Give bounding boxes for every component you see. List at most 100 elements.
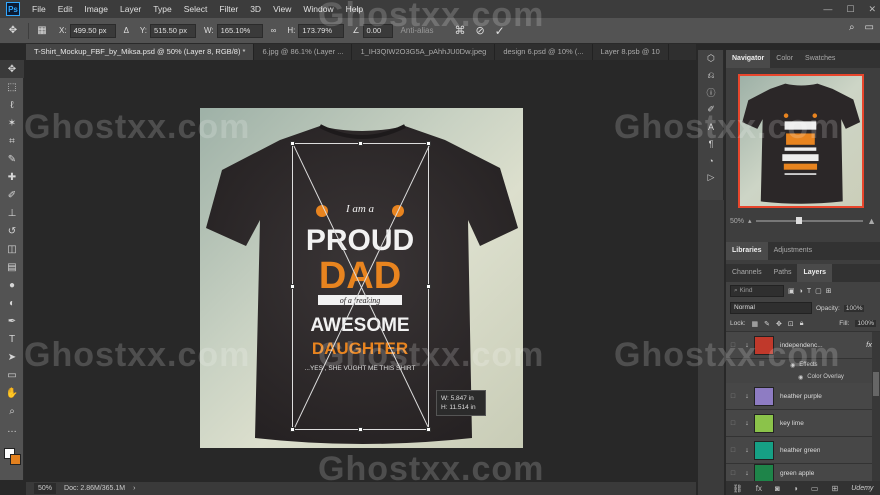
tab-paths[interactable]: Paths [768,264,798,282]
character-icon[interactable]: A [698,118,724,135]
eyedropper-icon[interactable]: ✎ [0,150,24,168]
adjustment-layer-icon[interactable]: ◑ [793,484,798,493]
layer-row[interactable]: □ ↓ heather purple [726,383,880,410]
layer-row[interactable]: □ ↓ independenc... fx [726,332,880,359]
menu-filter[interactable]: Filter [213,0,244,18]
pen-tool-icon[interactable]: ✒ [0,312,24,330]
healing-brush-icon[interactable]: ✚ [0,168,24,186]
cancel-transform-icon[interactable]: ⊘ [475,24,484,37]
reference-point-icon[interactable]: ▦ [33,22,51,40]
menu-select[interactable]: Select [178,0,214,18]
antialias-label[interactable]: Anti-alias [401,26,434,35]
tab-jpeg[interactable]: 1_IH3QIW2O3G5A_pAhhJU0Dw.jpeg [352,44,496,60]
transform-handle-tr[interactable] [426,141,431,146]
magic-wand-icon[interactable]: ✶ [0,114,24,132]
menu-3d[interactable]: 3D [244,0,267,18]
opacity-field[interactable]: 100% [843,304,865,312]
eraser-tool-icon[interactable]: ◫ [0,240,24,258]
tab-color[interactable]: Color [770,50,799,68]
tab-6-jpg[interactable]: 6.jpg @ 86.1% (Layer ... [254,44,353,60]
lasso-tool-icon[interactable]: ℓ [0,96,24,114]
tab-layers[interactable]: Layers [797,264,833,282]
scrollbar-thumb[interactable] [873,372,879,396]
width-field[interactable]: 165.10% [216,23,263,38]
tab-swatches[interactable]: Swatches [799,50,841,68]
angle-field[interactable]: 0.00 [362,23,393,38]
new-layer-icon[interactable]: ⊞ [831,484,838,493]
actions-icon[interactable]: ▷ [698,169,724,186]
tab-layer-8[interactable]: Layer 8.psb @ 10 [593,44,669,60]
3d-icon[interactable]: ⬡ [698,50,724,67]
tab-design-6[interactable]: design 6.psd @ 10% (... [495,44,593,60]
menu-window[interactable]: Window [297,0,339,18]
kind-filter[interactable]: ⌕ Kind [730,285,784,297]
visibility-toggle-icon[interactable]: □ [726,342,740,349]
hand-tool-icon[interactable]: ✋ [0,384,24,402]
blend-mode-select[interactable]: Normal [730,302,812,314]
layers-scrollbar[interactable] [872,332,880,495]
status-arrow-icon[interactable]: › [133,485,135,492]
transform-handle-r[interactable] [426,284,431,289]
transform-handle-br[interactable] [426,427,431,432]
effects-eye-icon[interactable]: ◉ [790,362,795,369]
lock-paint-icon[interactable]: ✎ [764,320,770,328]
add-style-icon[interactable]: fx [756,484,762,493]
commit-transform-icon[interactable]: ✓ [495,24,505,38]
menu-help[interactable]: Help [340,0,369,18]
crop-tool-icon[interactable]: ⌗ [0,132,24,150]
zoom-in-icon[interactable]: ▲ [867,216,876,226]
link-icon[interactable]: ∞ [271,26,277,35]
overlay-eye-icon[interactable]: ◉ [798,374,803,381]
menu-edit[interactable]: Edit [52,0,79,18]
history-brush-icon[interactable]: ↺ [0,222,24,240]
filter-type-icon[interactable]: T [807,288,811,295]
x-field[interactable]: 499.50 px [69,23,116,38]
visibility-toggle-icon[interactable]: □ [726,420,740,427]
brush-presets-icon[interactable]: ✐ [698,101,724,118]
history-icon[interactable]: ⎌ [698,67,724,84]
move-tool-icon[interactable]: ✥ [0,60,24,78]
transform-handle-b[interactable] [358,427,363,432]
effects-row[interactable]: ◉ Effects [726,359,880,371]
lock-all-icon[interactable]: 🔒︎ [800,320,804,328]
fill-field[interactable]: 100% [855,320,876,327]
transform-handle-l[interactable] [290,284,295,289]
transform-handle-tl[interactable] [290,141,295,146]
tab-libraries[interactable]: Libraries [726,242,768,260]
lock-pixels-icon[interactable]: ▦ [752,320,759,328]
height-field[interactable]: 173.79% [298,23,345,38]
blur-tool-icon[interactable]: ● [0,276,24,294]
menu-type[interactable]: Type [147,0,177,18]
filter-pixel-icon[interactable]: ▣ [788,287,795,295]
close-icon[interactable]: ✕ [868,4,876,15]
layer-row[interactable]: □ ↓ heather green [726,437,880,464]
free-transform-box[interactable] [290,141,431,432]
brush-tool-icon[interactable]: ✐ [0,186,24,204]
more-tools-icon[interactable]: … [0,420,24,438]
navigator-zoom-value[interactable]: 50% [730,218,744,225]
zoom-level[interactable]: 50% [34,483,57,494]
visibility-toggle-icon[interactable]: □ [726,447,740,454]
clone-stamp-icon[interactable]: ⊥ [0,204,24,222]
transform-handle-t[interactable] [358,141,363,146]
menu-layer[interactable]: Layer [114,0,147,18]
zoom-tool-icon[interactable]: ⌕ [0,402,24,420]
properties-icon[interactable]: ⓘ [698,84,724,101]
dodge-tool-icon[interactable]: ◐ [0,294,24,312]
zoom-slider-thumb[interactable] [796,217,803,224]
path-selection-icon[interactable]: ➤ [0,348,24,366]
menu-file[interactable]: File [26,0,52,18]
photoshop-logo-icon[interactable]: Ps [6,2,20,16]
lock-position-icon[interactable]: ✥ [776,320,782,328]
workspace-icon[interactable]: ▭ [865,22,874,33]
link-layers-icon[interactable]: ⛓ [733,484,743,493]
navigator-zoom-slider[interactable] [755,217,864,224]
menu-view[interactable]: View [267,0,297,18]
new-group-icon[interactable]: ▭ [811,484,819,493]
search-icon[interactable]: ⌕ [849,22,855,33]
zoom-out-icon[interactable]: ▴ [748,217,752,225]
menu-image[interactable]: Image [78,0,114,18]
paragraph-icon[interactable]: ¶ [698,135,724,152]
canvas-area[interactable]: I am a PROUD DAD of a freaking AWESOME D… [26,60,696,482]
marquee-tool-icon[interactable]: ⬚ [0,78,24,96]
